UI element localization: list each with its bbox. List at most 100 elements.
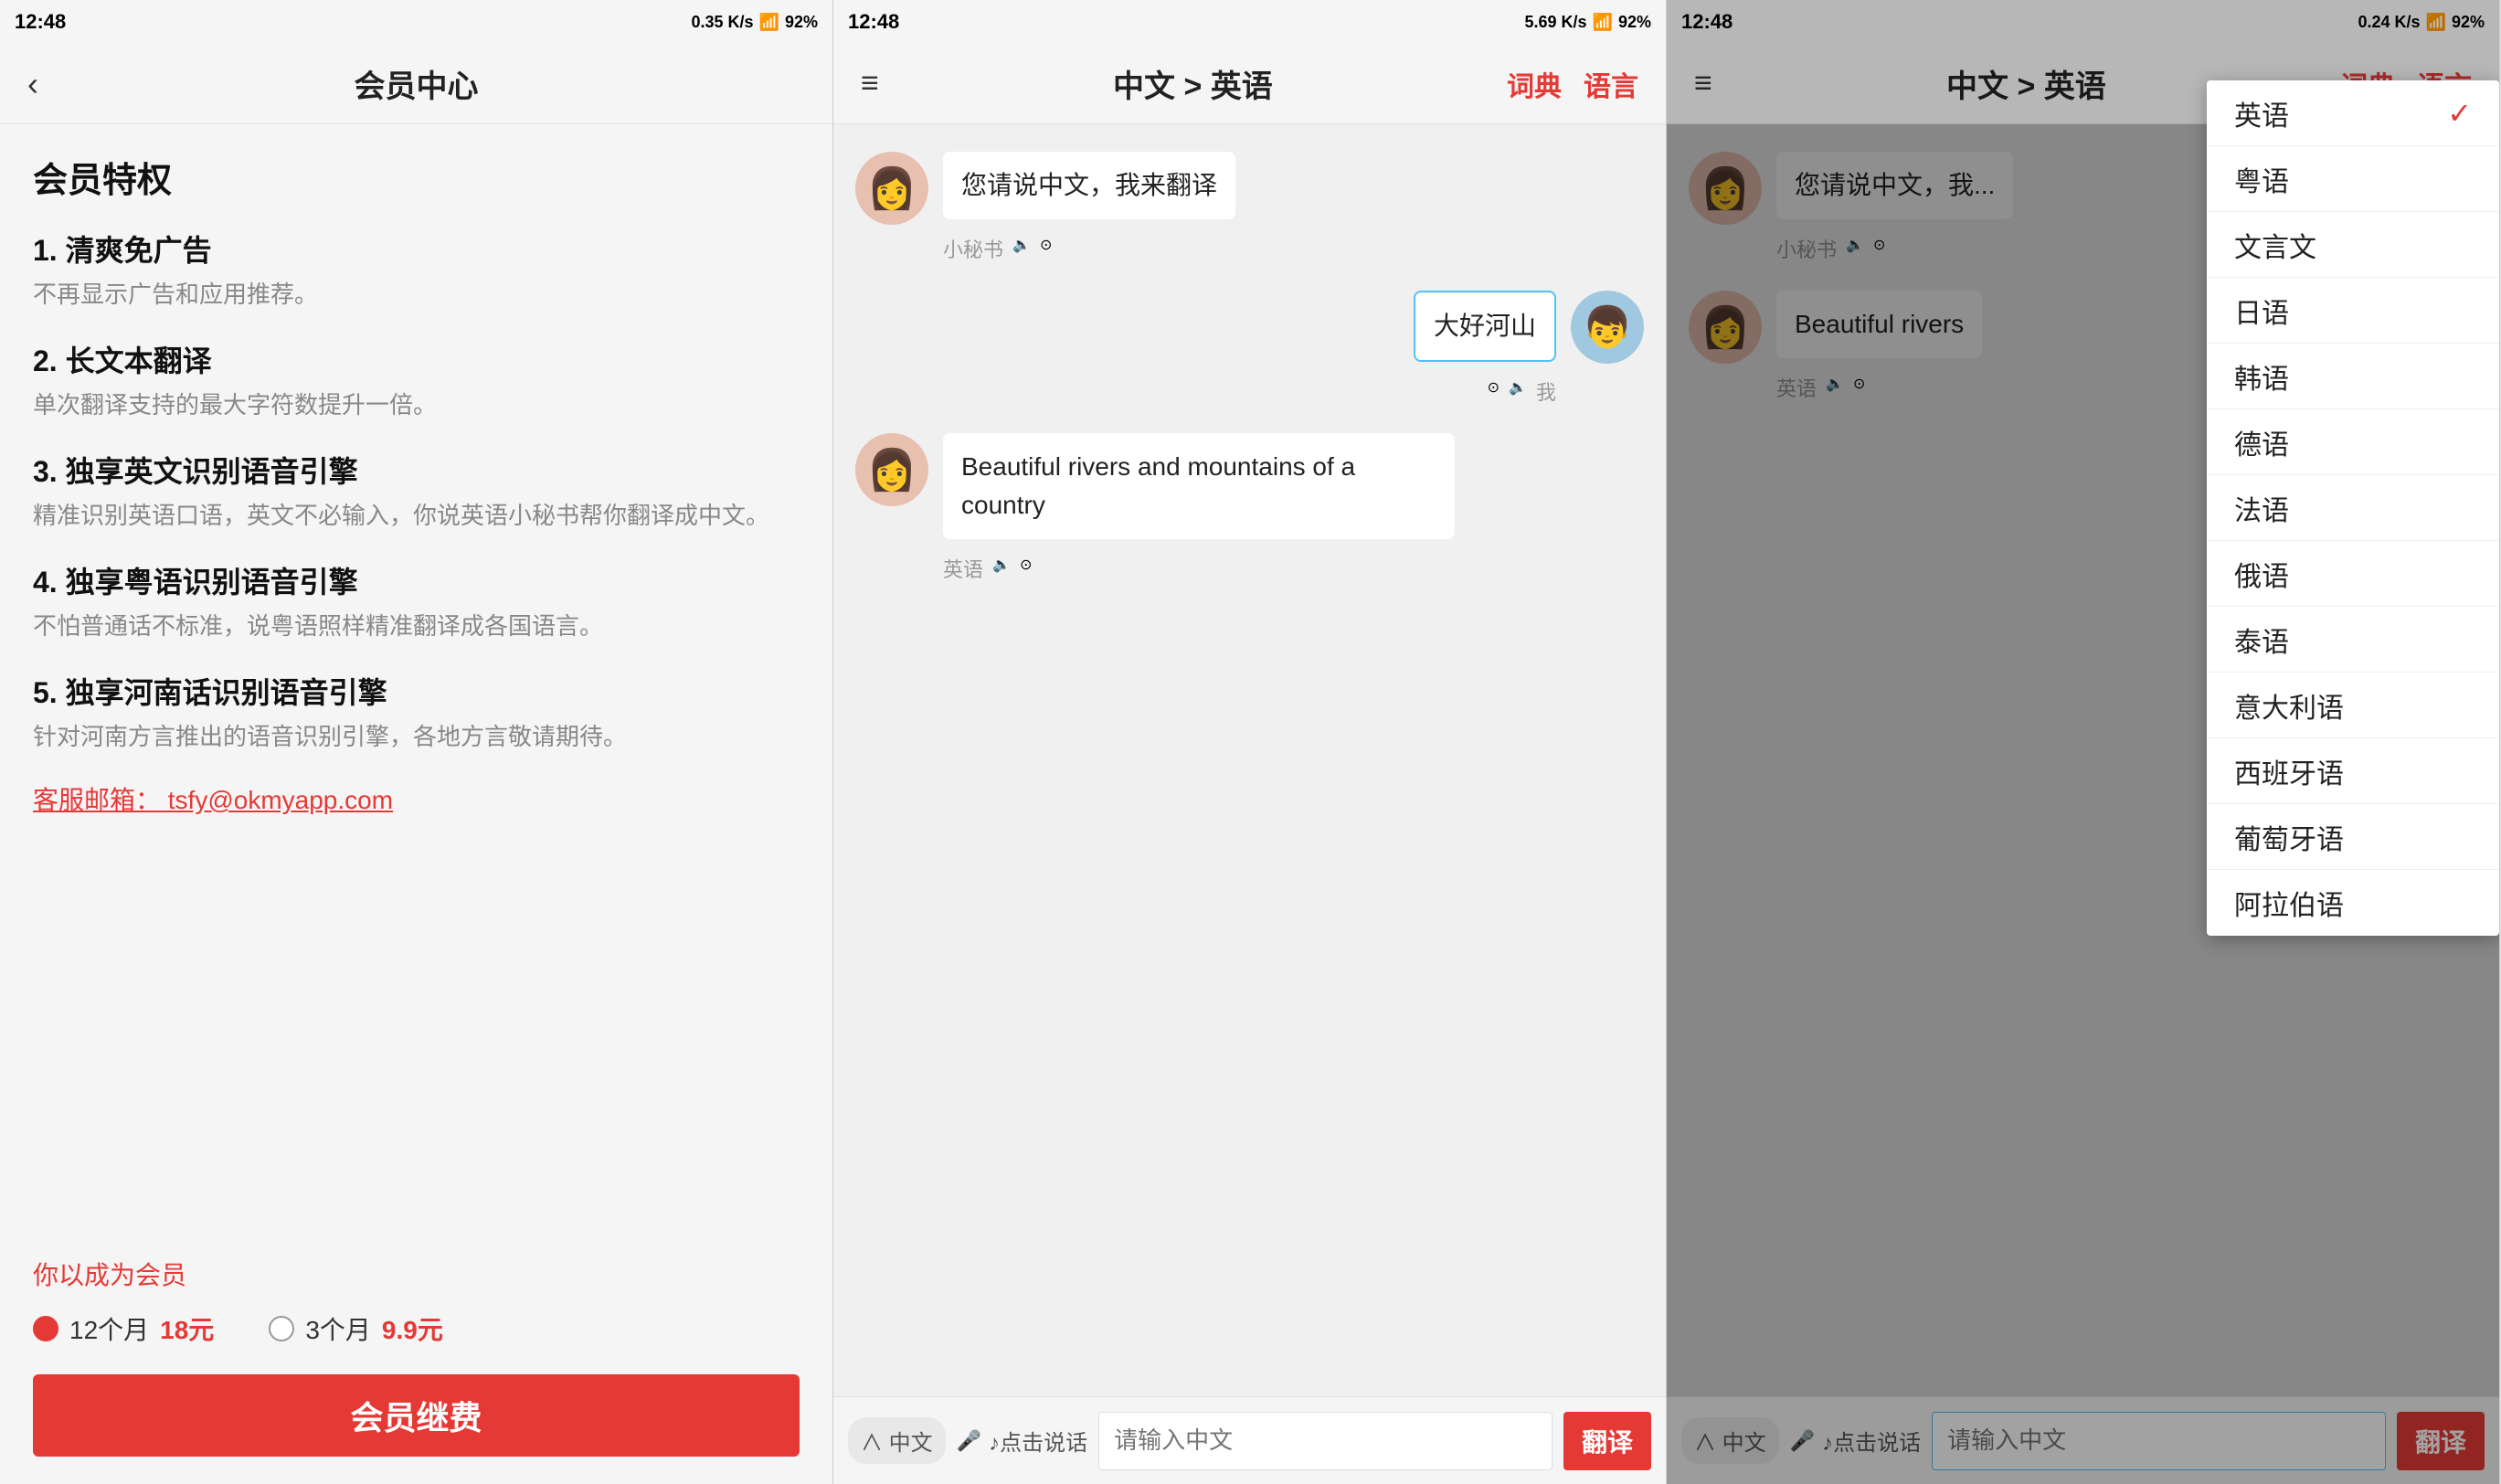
bubble-2: 大好河山 — [1414, 291, 1556, 362]
msg-label-1: 小秘书 — [943, 234, 1003, 263]
battery-icon-3: 92% — [2452, 13, 2485, 32]
avatar-boy-1: 👦 — [1571, 291, 1644, 364]
subscribe-button[interactable]: 会员继费 — [33, 1374, 800, 1457]
dropdown-item-pt[interactable]: 葡萄牙语 — [2207, 804, 2499, 870]
battery-icon-1: 92% — [785, 13, 818, 32]
copy-icon-2[interactable]: ⊙ — [1488, 378, 1500, 397]
copy-icon-3-1[interactable]: ⊙ — [1873, 236, 1885, 254]
dropdown-label-en: 英语 — [2234, 93, 2289, 133]
member-status: 你以成为会员 — [33, 1256, 800, 1292]
chat-messages-2: 👩 您请说中文，我来翻译 小秘书 🔈 ⊙ 👦 大好河山 ⊙ 🔈 我 — [833, 124, 1666, 1396]
avatar-girl-3-2: 👩 — [1689, 291, 1762, 364]
dropdown-item-ar[interactable]: 阿拉伯语 — [2207, 870, 2499, 936]
privilege-title-3: 3. 独享英文识别语音引擎 — [33, 449, 800, 491]
chat-input-bar-2: ∧ 中文 🎤 ♪点击说话 翻译 — [833, 1396, 1666, 1484]
copy-icon-3-2[interactable]: ⊙ — [1853, 375, 1865, 393]
plan-12m-price: 18元 — [160, 1310, 214, 1347]
chat-input-field-3[interactable] — [1932, 1412, 2386, 1470]
speaker-icon-3[interactable]: 🔈 — [992, 556, 1011, 574]
dict-button-2[interactable]: 词典 — [1507, 64, 1562, 104]
privileges-title: 会员特权 — [33, 152, 800, 202]
signal-icon-2: 📶 — [1593, 13, 1613, 32]
dropdown-item-de[interactable]: 德语 — [2207, 409, 2499, 475]
dropdown-label-ja: 日语 — [2234, 291, 2289, 331]
status-icons-2: 5.69 K/s 📶 92% — [1525, 13, 1652, 32]
speaker-icon-2[interactable]: 🔈 — [1509, 378, 1527, 397]
member-content: 会员特权 1. 清爽免广告 不再显示广告和应用推荐。 2. 长文本翻译 单次翻译… — [0, 124, 832, 1228]
hamburger-menu-2[interactable]: ≡ — [861, 66, 879, 101]
dropdown-item-th[interactable]: 泰语 — [2207, 607, 2499, 673]
dropdown-item-classical[interactable]: 文言文 — [2207, 212, 2499, 278]
plan-3m-price: 9.9元 — [382, 1310, 443, 1347]
msg-label-3-2: 英语 — [1776, 373, 1817, 402]
dropdown-label-de: 德语 — [2234, 422, 2289, 462]
copy-icon-1[interactable]: ⊙ — [1040, 236, 1052, 254]
translate-button-3[interactable]: 翻译 — [2397, 1412, 2485, 1470]
dropdown-item-es[interactable]: 西班牙语 — [2207, 738, 2499, 804]
signal-icon-1: 📶 — [759, 13, 779, 32]
dropdown-item-ru[interactable]: 俄语 — [2207, 541, 2499, 607]
lang-toggle-3[interactable]: ∧ 中文 — [1681, 1417, 1779, 1464]
msg-content-1: 您请说中文，我来翻译 小秘书 🔈 ⊙ — [943, 152, 1235, 263]
mic-icon-2: 🎤 — [957, 1429, 981, 1453]
mic-button-3[interactable]: 🎤 ♪点击说话 — [1790, 1425, 1921, 1457]
msg-label-2: 我 — [1536, 376, 1556, 406]
check-icon-en: ✓ — [2447, 96, 2472, 131]
privilege-title-5: 5. 独享河南话识别语音引擎 — [33, 670, 800, 712]
plan-3m-label: 3个月 — [305, 1310, 371, 1347]
msg-content-3-1: 您请说中文，我... 小秘书 🔈 ⊙ — [1776, 152, 2013, 263]
msg-label-3: 英语 — [943, 554, 983, 583]
chat-input-field-2[interactable] — [1098, 1412, 1553, 1470]
privilege-item-1: 1. 清爽免广告 不再显示广告和应用推荐。 — [33, 228, 800, 313]
dropdown-item-fr[interactable]: 法语 — [2207, 475, 2499, 541]
dropdown-label-fr: 法语 — [2234, 488, 2289, 528]
signal-icon-3: 📶 — [2426, 13, 2446, 32]
dropdown-item-ja[interactable]: 日语 — [2207, 278, 2499, 344]
dropdown-label-es: 西班牙语 — [2234, 751, 2344, 791]
dropdown-item-cantonese[interactable]: 粤语 — [2207, 146, 2499, 212]
plan-3m[interactable]: 3个月 9.9元 — [269, 1310, 443, 1347]
chat-nav-2: ≡ 中文 > 英语 词典 语言 — [833, 44, 1666, 124]
lang-toggle-2[interactable]: ∧ 中文 — [848, 1417, 946, 1464]
mic-button-2[interactable]: 🎤 ♪点击说话 — [957, 1425, 1087, 1457]
speaker-icon-1[interactable]: 🔈 — [1012, 236, 1031, 254]
plan-options: 12个月 18元 3个月 9.9元 — [33, 1310, 800, 1347]
mic-icon-3: 🎤 — [1790, 1429, 1815, 1453]
bubble-3: Beautiful rivers and mountains of a coun… — [943, 433, 1455, 539]
plan-12m[interactable]: 12个月 18元 — [33, 1310, 214, 1347]
dropdown-label-pt: 葡萄牙语 — [2234, 817, 2344, 857]
privilege-item-4: 4. 独享粤语识别语音引擎 不怕普通话不标准，说粤语照样精准翻译成各国语言。 — [33, 559, 800, 644]
translate-button-2[interactable]: 翻译 — [1563, 1412, 1651, 1470]
dropdown-label-ru: 俄语 — [2234, 554, 2289, 594]
battery-icon-2: 92% — [1618, 13, 1651, 32]
status-time-2: 12:48 — [848, 10, 899, 34]
language-dropdown[interactable]: 英语 ✓ 粤语 文言文 日语 韩语 德语 法语 俄语 泰语 意大利语 — [2207, 80, 2499, 936]
dropdown-item-it[interactable]: 意大利语 — [2207, 673, 2499, 738]
dropdown-item-en[interactable]: 英语 ✓ — [2207, 80, 2499, 146]
radio-12m[interactable] — [33, 1316, 58, 1341]
back-button[interactable]: ‹ — [27, 65, 38, 103]
speed-indicator-2: 5.69 K/s — [1525, 13, 1587, 32]
radio-3m[interactable] — [269, 1316, 294, 1341]
status-bar-2: 12:48 5.69 K/s 📶 92% — [833, 0, 1666, 44]
status-icons-3: 0.24 K/s 📶 92% — [2358, 13, 2485, 32]
privilege-desc-5: 针对河南方言推出的语音识别引擎，各地方言敬请期待。 — [33, 719, 800, 755]
dropdown-item-ko[interactable]: 韩语 — [2207, 344, 2499, 409]
speaker-icon-3-2[interactable]: 🔈 — [1826, 375, 1844, 393]
privilege-item-3: 3. 独享英文识别语音引擎 精准识别英语口语，英文不必输入，你说英语小秘书帮你翻… — [33, 449, 800, 534]
speaker-icon-3-1[interactable]: 🔈 — [1846, 236, 1864, 254]
hamburger-menu-3[interactable]: ≡ — [1694, 66, 1712, 101]
mic-label-2: ♪点击说话 — [989, 1425, 1087, 1457]
lang-button-2[interactable]: 语言 — [1584, 64, 1638, 104]
chat-title-2: 中文 > 英语 — [897, 61, 1489, 106]
email-link[interactable]: 客服邮箱： tsfy@okmyapp.com — [33, 780, 800, 817]
copy-icon-3[interactable]: ⊙ — [1020, 556, 1032, 574]
privilege-item-5: 5. 独享河南话识别语音引擎 针对河南方言推出的语音识别引擎，各地方言敬请期待。 — [33, 670, 800, 755]
nav-bar-member: ‹ 会员中心 — [0, 44, 832, 124]
message-row-2: 👦 大好河山 ⊙ 🔈 我 — [855, 291, 1644, 406]
avatar-girl-2: 👩 — [855, 433, 928, 506]
panel-chat-dropdown: 12:48 0.24 K/s 📶 92% ≡ 中文 > 英语 词典 语言 英语 … — [1667, 0, 2500, 1484]
msg-label-3-1: 小秘书 — [1776, 234, 1837, 263]
privilege-desc-4: 不怕普通话不标准，说粤语照样精准翻译成各国语言。 — [33, 609, 800, 644]
page-title-member: 会员中心 — [355, 61, 479, 106]
